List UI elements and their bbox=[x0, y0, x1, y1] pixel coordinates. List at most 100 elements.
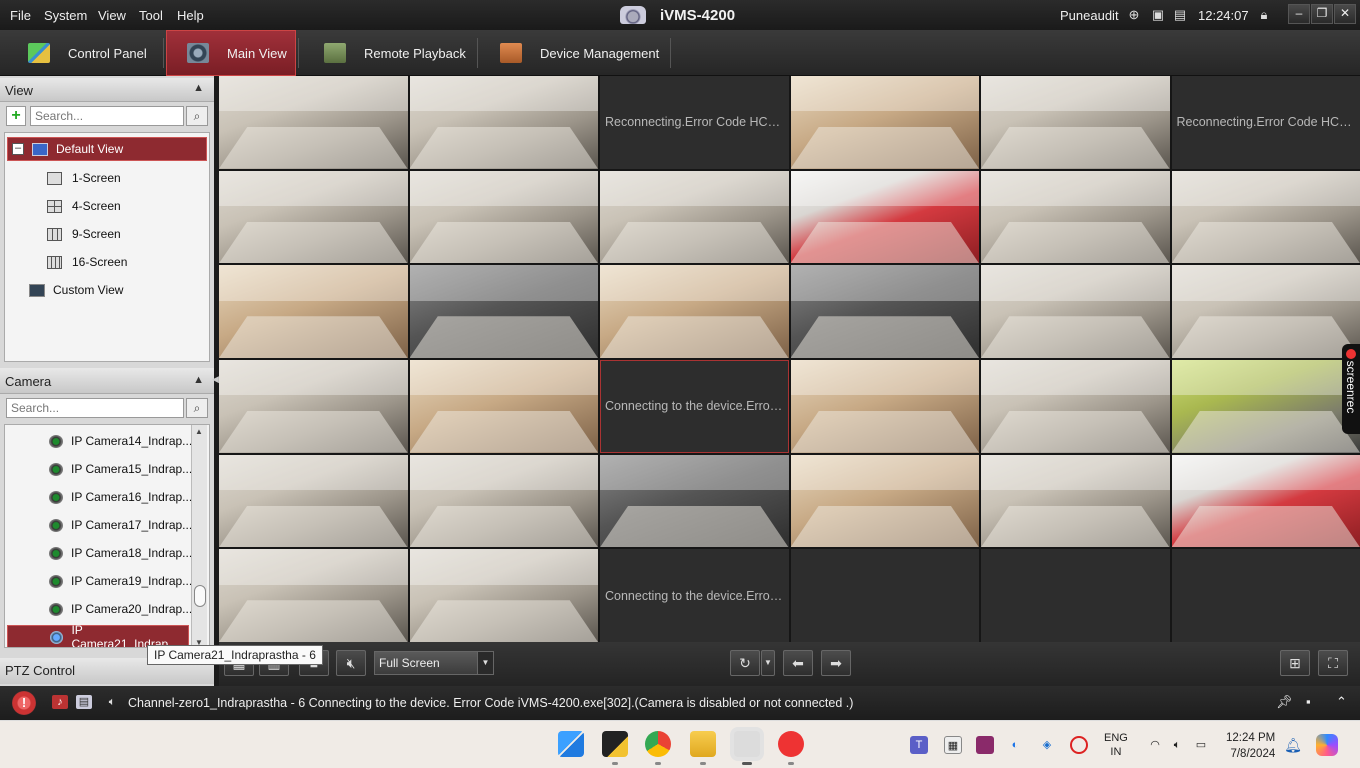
minimize-button[interactable]: – bbox=[1288, 4, 1310, 24]
refresh-icon[interactable]: ↻ bbox=[730, 650, 760, 676]
taskbar-clock[interactable]: 12:24 PM 7/8/2024 bbox=[1226, 730, 1275, 762]
camera-item[interactable]: IP Camera20_Indrap... bbox=[49, 597, 192, 621]
globe-icon[interactable]: ⊕ bbox=[1126, 7, 1142, 23]
ram-icon[interactable]: ▤ bbox=[1172, 7, 1188, 23]
tree-item-default-view[interactable]: – Default View bbox=[7, 137, 207, 161]
panel-collapse-icon[interactable]: ◀ bbox=[212, 374, 219, 385]
camera-feed-tile[interactable] bbox=[981, 265, 1170, 358]
battery-icon[interactable]: ▭ bbox=[1192, 736, 1210, 754]
camera-tile-error[interactable]: Reconnecting.Error Code HCN... bbox=[1171, 76, 1360, 169]
camera-feed-tile[interactable] bbox=[981, 76, 1170, 169]
camera-feed-tile[interactable] bbox=[1171, 454, 1360, 548]
chevron-down-icon[interactable]: ▼ bbox=[761, 650, 775, 676]
file-explorer-icon[interactable] bbox=[690, 731, 716, 757]
fullscreen-icon[interactable]: ⛶ bbox=[1318, 650, 1348, 676]
view-section-header[interactable]: View ▲ bbox=[0, 78, 214, 102]
menu-view[interactable]: View bbox=[98, 8, 126, 23]
menu-help[interactable]: Help bbox=[177, 8, 204, 23]
camera-item[interactable]: IP Camera17_Indrap... bbox=[49, 513, 192, 537]
security-shield-icon[interactable]: ◈ bbox=[1038, 736, 1056, 754]
camera-feed-tile[interactable] bbox=[409, 454, 598, 548]
screenrec-tab[interactable]: screenrec bbox=[1342, 344, 1360, 434]
camera-feed-tile[interactable] bbox=[219, 360, 408, 453]
menu-tool[interactable]: Tool bbox=[139, 8, 163, 23]
tab-remote-playback[interactable]: Remote Playback bbox=[324, 30, 474, 76]
camera-item[interactable]: IP Camera18_Indrap... bbox=[49, 541, 192, 565]
camera-scrollbar[interactable]: ▲ ▼ bbox=[191, 425, 207, 647]
camera-feed-tile[interactable] bbox=[600, 170, 789, 264]
teams-icon[interactable]: T bbox=[910, 736, 928, 754]
camera-feed-tile[interactable] bbox=[409, 76, 598, 169]
tree-item-9-screen[interactable]: 9-Screen bbox=[47, 222, 121, 246]
camera-feed-tile[interactable] bbox=[1171, 170, 1360, 264]
scroll-up-icon[interactable]: ▲ bbox=[195, 427, 203, 436]
camera-feed-tile[interactable] bbox=[219, 76, 408, 169]
screen-record-icon[interactable] bbox=[1070, 736, 1088, 754]
tray-app-icon[interactable]: ▦ bbox=[944, 736, 962, 754]
tree-item-4-screen[interactable]: 4-Screen bbox=[47, 194, 121, 218]
add-view-button[interactable]: + bbox=[6, 106, 26, 126]
camera-tile-error[interactable]: Reconnecting.Error Code HCN... bbox=[600, 76, 789, 169]
camera-feed-tile[interactable] bbox=[1171, 265, 1360, 358]
sticky-notes-icon[interactable] bbox=[602, 731, 628, 757]
camera-feed-tile[interactable] bbox=[409, 170, 598, 264]
lock-icon[interactable]: 🔒︎ bbox=[1256, 7, 1272, 23]
windows-start-icon[interactable] bbox=[558, 731, 584, 757]
scroll-thumb[interactable] bbox=[194, 585, 206, 607]
copilot-icon[interactable] bbox=[1316, 734, 1338, 756]
tab-main-view[interactable]: Main View bbox=[166, 30, 296, 76]
tree-item-1-screen[interactable]: 1-Screen bbox=[47, 166, 121, 190]
camera-feed-tile[interactable] bbox=[409, 549, 598, 642]
restore-button[interactable]: ❐ bbox=[1311, 4, 1333, 24]
camera-feed-tile[interactable] bbox=[600, 265, 789, 358]
camera-feed-tile[interactable] bbox=[600, 454, 789, 548]
speaker-mute-icon[interactable]: 🔈︎ bbox=[104, 695, 120, 709]
empty-tile[interactable] bbox=[1171, 549, 1360, 642]
camera-feed-tile[interactable] bbox=[409, 265, 598, 358]
volume-icon[interactable]: 🔈︎ bbox=[1168, 736, 1186, 754]
camera-feed-tile[interactable] bbox=[981, 170, 1170, 264]
hdd-icon[interactable]: ▣ bbox=[1150, 7, 1166, 23]
edge-icon[interactable]: ◐ bbox=[1006, 736, 1024, 754]
screen-mode-select[interactable]: Full Screen ▼ bbox=[374, 651, 494, 675]
view-search-input[interactable]: Search... bbox=[30, 106, 184, 126]
wps-office-icon[interactable] bbox=[778, 731, 804, 757]
camera-feed-tile[interactable] bbox=[219, 549, 408, 642]
tab-control-panel[interactable]: Control Panel bbox=[28, 30, 158, 76]
camera-item[interactable]: IP Camera16_Indrap... bbox=[49, 485, 192, 509]
camera-feed-tile[interactable] bbox=[790, 360, 979, 453]
mute-icon[interactable]: 🔇︎ bbox=[336, 650, 366, 676]
camera-feed-tile[interactable] bbox=[1171, 360, 1360, 453]
chevron-down-icon[interactable]: ▼ bbox=[477, 652, 493, 674]
menu-file[interactable]: File bbox=[10, 8, 31, 23]
tray-app-icon[interactable] bbox=[976, 736, 994, 754]
camera-feed-tile[interactable] bbox=[981, 360, 1170, 453]
window-division-icon[interactable]: ⊞ bbox=[1280, 650, 1310, 676]
language-indicator[interactable]: ENG IN bbox=[1104, 731, 1128, 759]
event-list-icon[interactable]: ▤ bbox=[76, 695, 92, 709]
previous-page-icon[interactable]: ⬅ bbox=[783, 650, 813, 676]
tree-item-custom-view[interactable]: Custom View bbox=[29, 278, 123, 302]
pin-icon[interactable]: 📌︎ bbox=[1276, 694, 1293, 710]
collapse-up-icon[interactable]: ▲ bbox=[193, 82, 204, 94]
camera-search-input[interactable]: Search... bbox=[6, 398, 184, 418]
collapse-tree-icon[interactable]: – bbox=[12, 143, 24, 155]
tree-item-16-screen[interactable]: 16-Screen bbox=[47, 250, 127, 274]
camera-feed-tile[interactable] bbox=[790, 454, 979, 548]
alarm-warning-icon[interactable]: ! bbox=[12, 691, 36, 715]
camera-feed-tile[interactable] bbox=[790, 170, 979, 264]
search-icon[interactable]: ⌕ bbox=[186, 398, 208, 418]
camera-feed-tile[interactable] bbox=[219, 454, 408, 548]
camera-feed-tile[interactable] bbox=[790, 76, 979, 169]
camera-feed-tile[interactable] bbox=[219, 170, 408, 264]
expand-up-icon[interactable]: ⌃ bbox=[1336, 694, 1347, 710]
camera-item[interactable]: IP Camera14_Indrap... bbox=[49, 429, 192, 453]
camera-section-header[interactable]: Camera ▲ bbox=[0, 368, 214, 394]
next-page-icon[interactable]: ➡ bbox=[821, 650, 851, 676]
camera-item[interactable]: IP Camera15_Indrap... bbox=[49, 457, 192, 481]
camera-feed-tile[interactable] bbox=[219, 265, 408, 358]
menu-system[interactable]: System bbox=[44, 8, 87, 23]
notification-bell-icon[interactable]: 🔔︎ bbox=[1284, 736, 1302, 754]
window-icon[interactable]: ▪ bbox=[1306, 694, 1311, 709]
camera-feed-tile[interactable] bbox=[981, 454, 1170, 548]
